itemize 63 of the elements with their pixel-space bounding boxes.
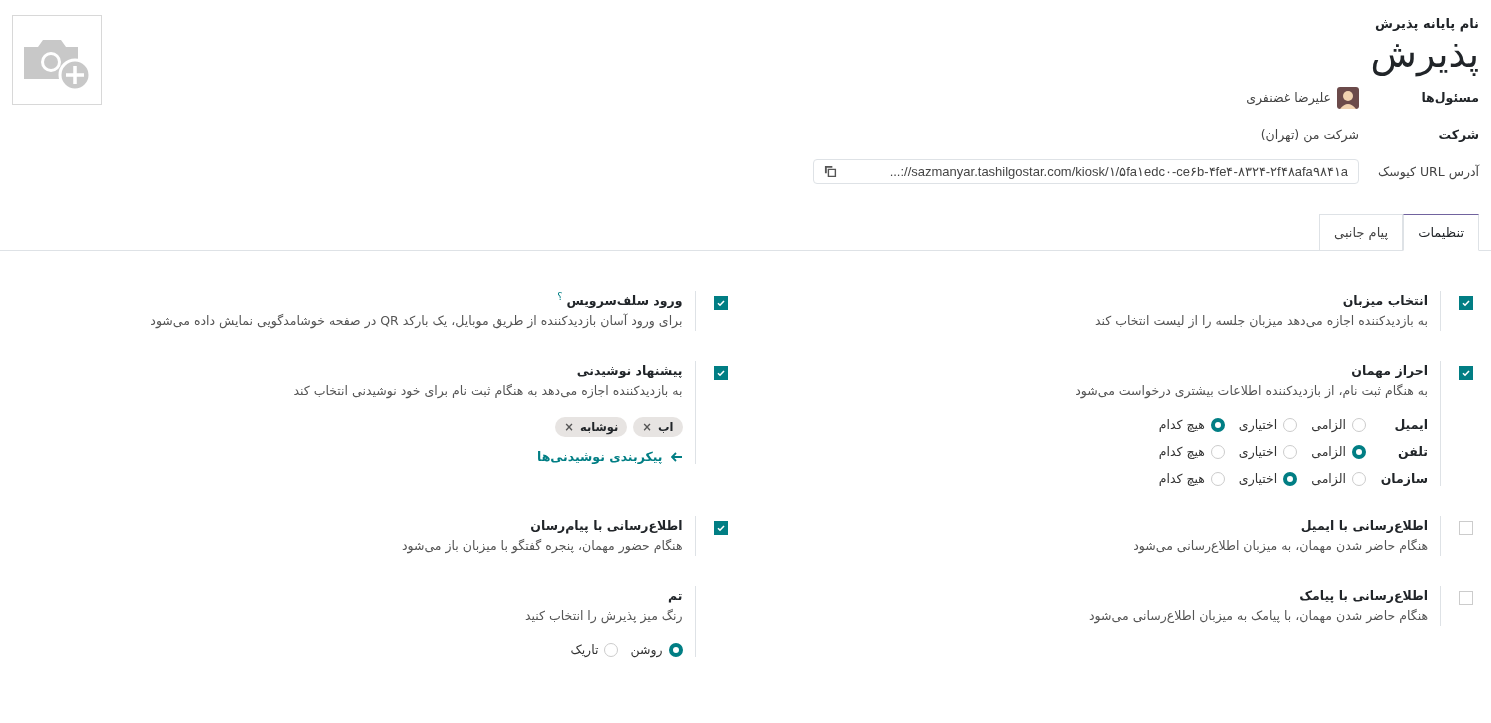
radio-label: هیچ کدام — [1158, 471, 1205, 486]
radio-label: اختیاری — [1238, 471, 1278, 486]
setting-title: تم — [668, 587, 683, 605]
field-value: شرکت من (تهران) — [1260, 127, 1359, 142]
setting-description: هنگام حاضر شدن مهمان، با پیامک به میزبان اطلاع‌رسانی می‌شود — [1089, 607, 1428, 626]
configure-link[interactable]: پیکربندی نوشیدنی‌ها — [537, 449, 683, 464]
remove-tag-button[interactable]: × — [564, 420, 574, 434]
avatar-icon — [1337, 86, 1359, 109]
radio-label: هیچ کدام — [1158, 417, 1205, 432]
setting-description: به بازدیدکننده اجازه می‌دهد میزبان جلسه را از لیست انتخاب کند — [1094, 312, 1428, 331]
setting-description: به بازدیدکننده اجازه می‌دهد به هنگام ثبت نام برای خود نوشیدنی انتخاب کند — [293, 382, 683, 401]
checkmark-icon — [715, 298, 726, 308]
radio-label: اختیاری — [1238, 444, 1278, 459]
field-label: سازمان — [1380, 471, 1428, 486]
radio-button[interactable] — [668, 642, 683, 657]
checkmark-icon — [715, 523, 726, 533]
radio-label: الزامی — [1311, 444, 1346, 459]
setting-description: برای ورود آسان بازدیدکننده از طریق موبایل، یک بارکد QR در صفحه خوشامدگویی نمایش داده می‌شود — [150, 312, 683, 331]
tab[interactable]: تنظیمات — [1403, 214, 1479, 251]
radio-label: اختیاری — [1238, 417, 1278, 432]
checkbox[interactable] — [713, 296, 728, 310]
radio-button[interactable] — [1283, 471, 1298, 486]
checkbox[interactable] — [713, 521, 728, 535]
setting-title: انتخاب میزبان — [1342, 292, 1428, 310]
setting-title: ورود سلف‌سرویس — [566, 292, 683, 310]
tag-label: نوشابه — [579, 420, 619, 434]
radio-label: هیچ کدام — [1158, 444, 1205, 459]
field-label: شرکت — [1437, 127, 1479, 142]
user-name[interactable]: علیرضا غضنفری — [1246, 90, 1331, 105]
radio-button[interactable] — [1352, 444, 1366, 459]
setting-description: هنگام حاضر شدن مهمان، به میزبان اطلاع‌رسانی می‌شود — [1133, 537, 1428, 556]
checkbox[interactable] — [1459, 296, 1473, 310]
setting-title: اطلاع‌رسانی با پیامک — [1299, 587, 1428, 605]
field-label: ایمیل — [1393, 417, 1428, 432]
setting-description: رنگ میز پذیرش را انتخاب کنید — [524, 607, 683, 626]
tag-label: اب — [658, 420, 674, 434]
field-label: نام پایانه پذیرش — [1375, 16, 1479, 31]
checkmark-icon — [1461, 298, 1471, 308]
setting-description: به هنگام ثبت نام، از بازدیدکننده اطلاعات بیشتری درخواست می‌شود — [1075, 382, 1428, 401]
field-label: آدرس URL کیوسک — [1377, 164, 1479, 179]
checkmark-icon — [1461, 368, 1471, 378]
field-label: مسئول‌ها — [1420, 90, 1479, 105]
radio-label: الزامی — [1311, 417, 1346, 432]
radio-label: روشن — [630, 642, 663, 657]
setting-title: اطلاع‌رسانی با ایمیل — [1300, 517, 1428, 535]
radio-label: الزامی — [1311, 471, 1346, 486]
record-title: پذیرش — [1370, 32, 1479, 77]
setting-title: پیشنهاد نوشیدنی — [576, 362, 683, 380]
checkbox[interactable] — [1459, 366, 1473, 380]
url-field[interactable]: ...://sazmanyar.tashilgostar.com/kiosk/۱/۵fa۱edc۰-ce۶b-۴fe۴-۸۳۲۴-۲f۴۸afa۹۸۴۱a — [813, 159, 1359, 184]
setting-title: احراز مهمان — [1351, 362, 1428, 380]
radio-label: تاریک — [570, 642, 599, 657]
field-label: تلفن — [1396, 444, 1428, 459]
setting-title: اطلاع‌رسانی با پیام‌رسان — [530, 517, 683, 536]
checkmark-icon — [715, 368, 726, 378]
setting-description: هنگام حضور مهمان، پنجره گفتگو با میزبان باز می‌شود — [401, 537, 683, 556]
tab[interactable]: پیام جانبی — [1319, 214, 1404, 251]
arrow-icon — [670, 451, 683, 462]
remove-tag-button[interactable]: × — [642, 420, 652, 434]
copy-icon[interactable] — [824, 165, 837, 178]
radio-button[interactable] — [1210, 417, 1225, 432]
checkbox[interactable] — [713, 366, 728, 380]
help-mark[interactable]: ؟ — [557, 291, 563, 302]
